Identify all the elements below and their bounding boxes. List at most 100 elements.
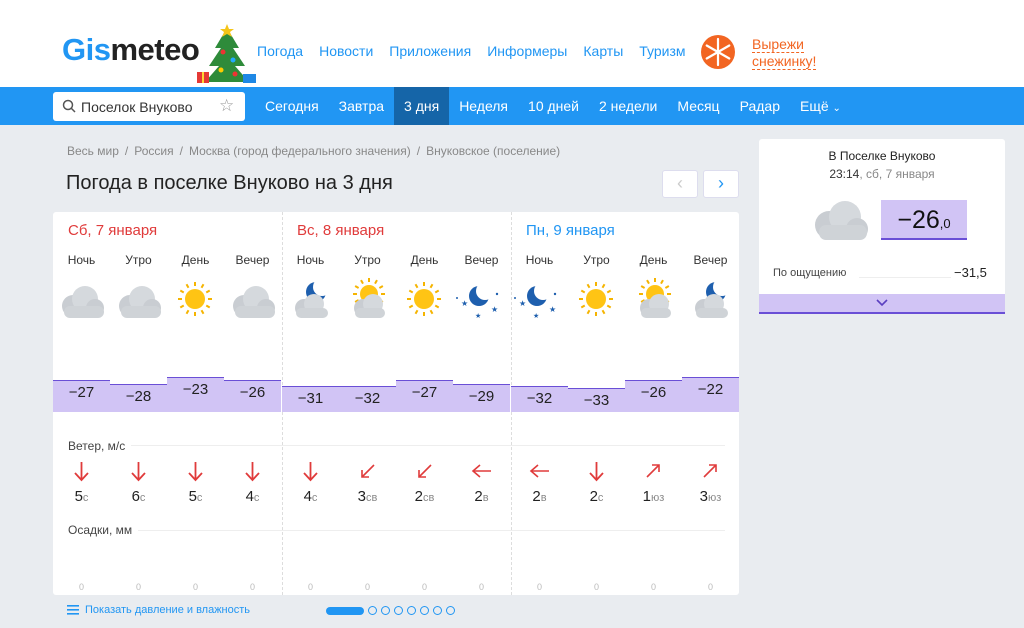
prev-button[interactable]: ‹ xyxy=(662,170,698,198)
current-clock: 23:14 xyxy=(829,167,860,181)
nav-news[interactable]: Новости xyxy=(319,43,373,59)
precip-value: 0 xyxy=(593,582,599,592)
wind-direction: с xyxy=(597,492,604,504)
wind-label: Ветер, м/с xyxy=(68,439,132,453)
wind-speed: 2 xyxy=(532,488,541,505)
nav-informers[interactable]: Информеры xyxy=(487,43,567,59)
svg-text:★: ★ xyxy=(549,305,556,314)
precip-value: 0 xyxy=(421,582,427,592)
temperature-value: −32 xyxy=(526,390,553,407)
slot-label: Вечер xyxy=(464,253,499,267)
pager xyxy=(326,606,455,615)
wind-value: 2с xyxy=(568,488,625,505)
svg-text:★: ★ xyxy=(461,299,468,308)
top-nav: Погода Новости Приложения Информеры Карт… xyxy=(257,43,686,59)
nav-weather[interactable]: Погода xyxy=(257,43,303,59)
tab-10-days[interactable]: 10 дней xyxy=(518,87,589,125)
wind-direction: юз xyxy=(708,492,722,504)
current-temp-decimal: ,0 xyxy=(939,216,951,231)
wind-value: 2в xyxy=(511,488,568,505)
nav-apps[interactable]: Приложения xyxy=(389,43,471,59)
precip-value: 0 xyxy=(364,582,370,592)
crumb-world[interactable]: Весь мир xyxy=(67,144,119,158)
divider xyxy=(859,277,951,278)
slot-label: Вечер xyxy=(693,253,728,267)
tab-month[interactable]: Месяц xyxy=(667,87,729,125)
divider xyxy=(68,445,725,446)
wind-value: 5с xyxy=(53,488,110,505)
temperature-value: −31 xyxy=(297,390,324,407)
list-icon xyxy=(67,605,79,615)
tab-3-days[interactable]: 3 дня xyxy=(394,87,450,125)
wind-direction: с xyxy=(196,492,203,504)
tab-week[interactable]: Неделя xyxy=(449,87,518,125)
feels-like-value: −31,5 xyxy=(954,265,987,280)
temperature-value: −26 xyxy=(640,384,667,401)
temperature-value: −33 xyxy=(583,392,610,409)
promo-link[interactable]: Вырежи снежинку! xyxy=(752,36,817,70)
chevron-down-icon xyxy=(876,299,888,307)
precip-value: 0 xyxy=(192,582,198,592)
wind-value: 5с xyxy=(167,488,224,505)
temperature-value: −26 xyxy=(239,384,266,401)
slot-label: Ночь xyxy=(296,253,325,267)
crumb-sep: / xyxy=(124,144,129,158)
pager-dot[interactable] xyxy=(433,606,442,615)
wind-value: 4с xyxy=(224,488,281,505)
show-pressure-humidity-link[interactable]: Показать давление и влажность xyxy=(67,604,250,616)
precip-value: 0 xyxy=(478,582,484,592)
temperature-value: −27 xyxy=(411,384,438,401)
snowflake-icon[interactable] xyxy=(698,32,738,72)
logo[interactable]: Gismeteo xyxy=(62,32,200,68)
wind-speed: 4 xyxy=(303,488,312,505)
logo-part1: Gis xyxy=(62,32,111,67)
period-tabs: Сегодня Завтра 3 дня Неделя 10 дней 2 не… xyxy=(255,87,851,125)
pager-dot[interactable] xyxy=(394,606,403,615)
current-place: В Поселке Внуково xyxy=(828,149,936,163)
crumb-sep: / xyxy=(179,144,183,158)
nav-tourism[interactable]: Туризм xyxy=(639,43,685,59)
pager-dot-active[interactable] xyxy=(326,606,364,615)
sun-icon xyxy=(568,274,625,324)
chevron-left-icon: ‹ xyxy=(677,173,683,193)
forecast-panel: Ветер, м/с Осадки, мм Сб, 7 января Ночь −2… xyxy=(53,212,739,595)
pager-dot[interactable] xyxy=(368,606,377,615)
day-title: Сб, 7 января xyxy=(68,222,158,239)
crumb-russia[interactable]: Россия xyxy=(134,144,173,158)
arrow-up-right-icon xyxy=(625,460,682,482)
sun-cloud-icon xyxy=(625,274,682,324)
slot-label: Утро xyxy=(125,253,152,267)
wind-value: 1юз xyxy=(625,488,682,505)
slot-label: День xyxy=(181,253,210,267)
pager-dot[interactable] xyxy=(446,606,455,615)
christmas-tree-icon xyxy=(197,24,256,83)
pager-dot[interactable] xyxy=(420,606,429,615)
expand-button[interactable] xyxy=(759,294,1005,314)
crumb-vnukovskoe[interactable]: Внуковское (поселение) xyxy=(426,144,560,158)
wind-direction: в xyxy=(540,492,547,504)
wind-speed: 5 xyxy=(74,488,83,505)
pager-dot[interactable] xyxy=(381,606,390,615)
precip-value: 0 xyxy=(135,582,141,592)
next-button[interactable]: › xyxy=(703,170,739,198)
temperature-value: −28 xyxy=(125,388,152,405)
wind-direction: в xyxy=(482,492,489,504)
slot-label: Утро xyxy=(583,253,610,267)
wind-speed: 3 xyxy=(357,488,366,505)
crumb-moscow[interactable]: Москва (город федерального значения) xyxy=(189,144,411,158)
current-date: , сб, 7 января xyxy=(859,167,935,181)
search-icon xyxy=(62,99,76,113)
nav-maps[interactable]: Карты xyxy=(583,43,623,59)
favorite-star-icon[interactable]: ☆ xyxy=(219,96,234,116)
tab-radar[interactable]: Радар xyxy=(730,87,790,125)
tab-more[interactable]: Ещё ⌄ xyxy=(790,87,851,125)
wind-speed: 4 xyxy=(245,488,254,505)
sun-cloud-icon xyxy=(339,274,396,324)
wind-value: 3св xyxy=(339,488,396,505)
search-input[interactable]: Поселок Внуково ☆ xyxy=(53,92,245,121)
tab-tomorrow[interactable]: Завтра xyxy=(329,87,394,125)
wind-value: 4с xyxy=(282,488,339,505)
tab-2-weeks[interactable]: 2 недели xyxy=(589,87,667,125)
tab-today[interactable]: Сегодня xyxy=(255,87,329,125)
pager-dot[interactable] xyxy=(407,606,416,615)
